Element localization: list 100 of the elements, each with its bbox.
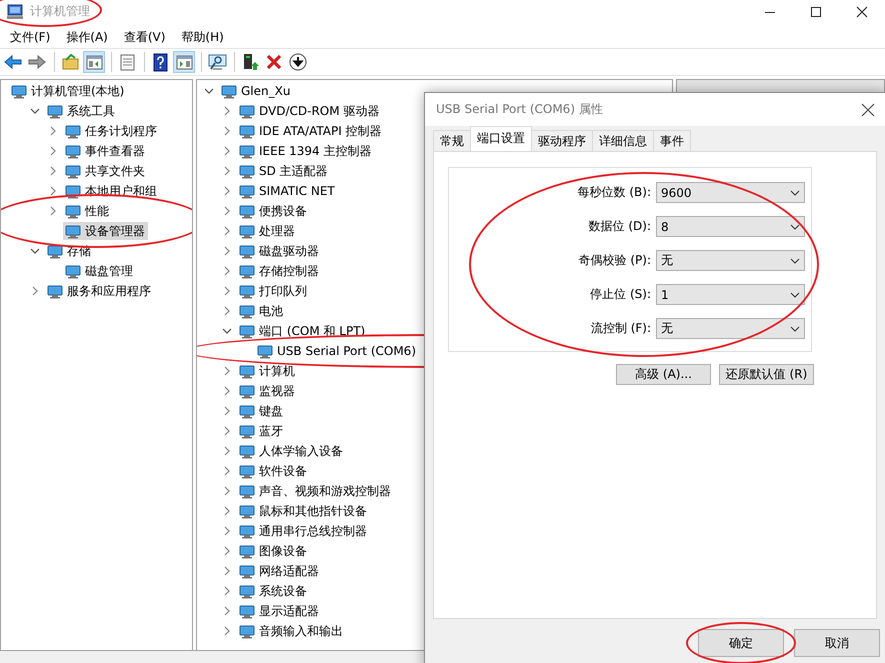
tree-item[interactable]: 人体学输入设备 <box>237 442 346 460</box>
tree-item[interactable]: 网络适配器 <box>237 562 322 580</box>
dialog-button[interactable]: 取消 <box>794 629 880 657</box>
field-label: 奇偶校验 (P): <box>578 252 651 269</box>
device-icon <box>239 603 255 619</box>
tree-item[interactable]: 存储控制器 <box>237 262 322 280</box>
menu-item[interactable]: 查看(V) <box>116 28 172 46</box>
tree-item[interactable]: 计算机管理(本地) <box>9 82 128 100</box>
dropdown[interactable]: 8 <box>656 216 805 237</box>
tree-item[interactable]: 系统设备 <box>237 582 310 600</box>
device-icon <box>65 143 81 159</box>
menu-item[interactable]: 操作(A) <box>59 28 115 46</box>
device-icon <box>239 303 255 319</box>
device-icon <box>239 323 255 339</box>
tree-item[interactable]: 音频输入和输出 <box>237 622 346 640</box>
tree-item[interactable]: IEEE 1394 主控制器 <box>237 142 374 160</box>
field-label: 停止位 (S): <box>590 286 651 303</box>
monitor-search-icon <box>207 52 227 72</box>
tree-item[interactable]: 软件设备 <box>237 462 310 480</box>
tab[interactable]: 端口设置 <box>470 126 532 151</box>
dialog-button[interactable]: 确定 <box>698 629 784 657</box>
dropdown[interactable]: 无 <box>656 250 805 271</box>
folder-icon <box>60 52 80 72</box>
device-icon <box>47 243 63 259</box>
tree-item[interactable]: 打印队列 <box>237 282 310 300</box>
device-icon <box>239 483 255 499</box>
device-icon <box>239 443 255 459</box>
menu-item[interactable]: 文件(F) <box>3 28 58 46</box>
device-icon <box>239 503 255 519</box>
dialog-button[interactable]: 高级 (A)... <box>616 364 711 385</box>
tree-item[interactable]: 电池 <box>237 302 286 320</box>
tree-item[interactable]: 磁盘管理 <box>63 262 136 280</box>
tree-item[interactable]: 处理器 <box>237 222 298 240</box>
device-icon <box>239 543 255 559</box>
tree-item[interactable]: 蓝牙 <box>237 422 286 440</box>
tree-item[interactable]: 键盘 <box>237 402 286 420</box>
field-label: 流控制 (F): <box>590 320 651 337</box>
tree-item[interactable]: 声音、视频和游戏控制器 <box>237 482 394 500</box>
tree-item[interactable]: 显示适配器 <box>237 602 322 620</box>
tree-item[interactable]: 磁盘驱动器 <box>237 242 322 260</box>
tree-item[interactable]: 系统工具 <box>45 102 118 120</box>
tree-item[interactable]: 监视器 <box>237 382 298 400</box>
download-icon <box>288 52 308 72</box>
tab[interactable]: 常规 <box>433 130 471 151</box>
device-icon <box>65 183 81 199</box>
device-icon <box>239 163 255 179</box>
tree-item[interactable]: 事件查看器 <box>63 142 148 160</box>
device-icon <box>257 343 273 359</box>
device-icon <box>65 163 81 179</box>
device-icon <box>239 563 255 579</box>
field-label: 每秒位数 (B): <box>578 184 651 201</box>
device-icon <box>239 123 255 139</box>
dropdown[interactable]: 9600 <box>656 182 805 203</box>
device-icon <box>239 243 255 259</box>
tree-item[interactable]: 服务和应用程序 <box>45 282 154 300</box>
device-icon <box>47 283 63 299</box>
device-icon <box>239 523 255 539</box>
device-icon <box>65 203 81 219</box>
tree-item[interactable]: 任务计划程序 <box>63 122 160 140</box>
device-icon <box>65 263 81 279</box>
tree-item[interactable]: SD 主适配器 <box>237 162 331 180</box>
device-icon <box>65 223 81 239</box>
dialog-button[interactable]: 还原默认值 (R) <box>719 364 814 385</box>
dropdown[interactable]: 1 <box>656 284 805 305</box>
device-icon <box>65 123 81 139</box>
device-icon <box>239 103 255 119</box>
device-icon <box>239 623 255 639</box>
device-icon <box>239 383 255 399</box>
tree-item[interactable]: USB Serial Port (COM6) <box>255 342 419 360</box>
menu-item[interactable]: 帮助(H) <box>174 28 231 46</box>
tree-item[interactable]: 通用串行总线控制器 <box>237 522 370 540</box>
tree-item[interactable]: 端口 (COM 和 LPT) <box>237 322 368 340</box>
device-icon <box>239 463 255 479</box>
tree-item[interactable]: Glen_Xu <box>219 82 294 100</box>
tree-item[interactable]: 鼠标和其他指针设备 <box>237 502 370 520</box>
tree-item[interactable]: 计算机 <box>237 362 298 380</box>
forward-icon <box>27 52 47 72</box>
device-icon <box>239 203 255 219</box>
tree-item[interactable]: DVD/CD-ROM 驱动器 <box>237 102 382 120</box>
device-icon <box>221 83 237 99</box>
device-icon <box>239 423 255 439</box>
tree-item[interactable]: 性能 <box>63 202 112 220</box>
dropdown[interactable]: 无 <box>656 318 805 339</box>
device-icon <box>239 583 255 599</box>
device-icon <box>11 83 27 99</box>
device-icon <box>239 403 255 419</box>
tree-item[interactable]: IDE ATA/ATAPI 控制器 <box>237 122 385 140</box>
toolbar-button[interactable] <box>287 51 309 73</box>
device-icon <box>239 283 255 299</box>
tree-item[interactable]: 共享文件夹 <box>63 162 148 180</box>
tab[interactable]: 事件 <box>653 130 691 151</box>
device-icon <box>239 263 255 279</box>
tree-item[interactable]: 便携设备 <box>237 202 310 220</box>
tree-item[interactable]: SIMATIC NET <box>237 182 338 200</box>
window-title: 计算机管理 <box>30 3 90 20</box>
tree-item[interactable]: 图像设备 <box>237 542 310 560</box>
device-icon <box>47 103 63 119</box>
device-icon <box>239 223 255 239</box>
device-icon <box>239 363 255 379</box>
tree-item[interactable]: 设备管理器 <box>63 222 148 240</box>
